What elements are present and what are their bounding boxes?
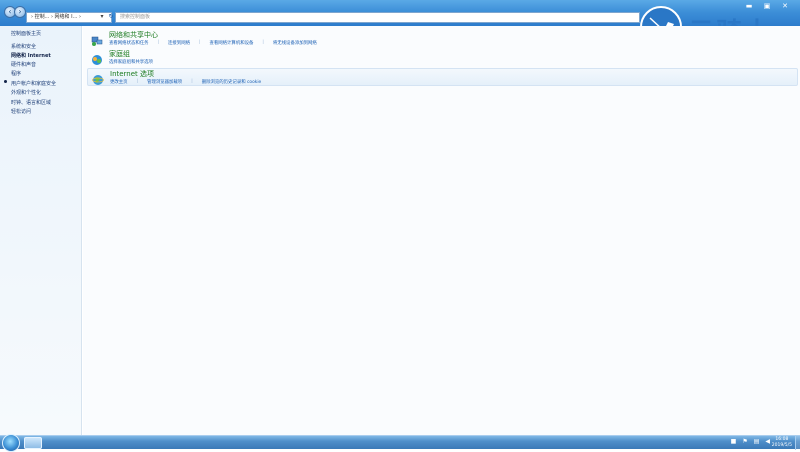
active-bullet-icon [4, 80, 7, 83]
section-links: 查看网络状态和任务 | 连接到网络 | 查看网络计算机和设备 | 将无线设备添加… [109, 40, 317, 46]
link-delete-history[interactable]: 删除浏览的历史记录和 cookie [202, 79, 262, 85]
section-title[interactable]: 网络和共享中心 [109, 30, 158, 40]
flag-icon[interactable]: ⚑ [742, 438, 747, 445]
network-center-icon [91, 32, 103, 46]
search-input[interactable]: 搜索控制面板 [115, 12, 640, 23]
main-content: 网络和共享中心 查看网络状态和任务 | 连接到网络 | 查看网络计算机和设备 |… [83, 26, 800, 435]
link-change-homepage[interactable]: 更改主页 [110, 79, 128, 85]
link-connect-network[interactable]: 连接到网络 [168, 40, 190, 46]
sidebar: 控制面板主页 系统和安全 网络和 Internet 硬件和声音 程序 用户帐户和… [0, 26, 82, 435]
link-separator: | [262, 40, 264, 45]
link-separator: | [191, 79, 193, 84]
sidebar-item-appearance[interactable]: 外观和个性化 [11, 89, 41, 96]
sidebar-item-programs[interactable]: 程序 [11, 70, 21, 77]
link-separator: | [157, 40, 160, 45]
internet-globe-icon [92, 71, 104, 85]
section-internet-options: Internet 选项 更改主页 | 管理浏览器加载项 | 删除浏览的历史记录和… [87, 68, 798, 86]
sidebar-item-system-security[interactable]: 系统和安全 [11, 43, 36, 50]
link-homegroup-sharing[interactable]: 选择家庭组和共享选项 [109, 59, 153, 65]
link-separator: | [198, 40, 201, 45]
section-links: 选择家庭组和共享选项 [109, 59, 153, 65]
section-links: 更改主页 | 管理浏览器加载项 | 删除浏览的历史记录和 cookie [110, 79, 261, 85]
taskbar-explorer-button[interactable] [24, 437, 42, 449]
link-manage-addons[interactable]: 管理浏览器加载项 [147, 79, 182, 85]
section-homegroup: 家庭组 选择家庭组和共享选项 [87, 49, 798, 67]
sidebar-item-ease-of-access[interactable]: 轻松访问 [11, 108, 31, 115]
section-title[interactable]: Internet 选项 [110, 69, 154, 79]
section-network-sharing: 网络和共享中心 查看网络状态和任务 | 连接到网络 | 查看网络计算机和设备 |… [87, 30, 798, 48]
sidebar-item-clock-region[interactable]: 时钟、语言和区域 [11, 99, 51, 106]
network-icon[interactable]: ▤ [754, 438, 760, 445]
section-title[interactable]: 家庭组 [109, 49, 130, 59]
system-tray: ■ ⚑ ▤ ◀ [731, 438, 770, 445]
link-add-wireless-device[interactable]: 将无线设备添加到网络 [273, 40, 317, 46]
start-button-icon[interactable] [2, 434, 20, 452]
volume-icon[interactable]: ◀ [765, 438, 770, 445]
sidebar-item-hardware-sound[interactable]: 硬件和声音 [11, 61, 36, 68]
link-separator: | [136, 79, 139, 84]
input-method-icon[interactable]: ■ [731, 438, 737, 445]
taskbar: ■ ⚑ ▤ ◀ 16:08 2019/5/5 [0, 434, 800, 452]
link-view-network-computers[interactable]: 查看网络计算机和设备 [209, 40, 253, 46]
sidebar-item-user-accounts[interactable]: 用户帐户和家庭安全 [11, 80, 56, 87]
clock[interactable]: 16:08 2019/5/5 [772, 437, 792, 449]
show-desktop-button[interactable] [795, 436, 800, 450]
link-view-network-status[interactable]: 查看网络状态和任务 [109, 40, 149, 46]
sidebar-item-network-internet[interactable]: 网络和 Internet [11, 52, 51, 59]
clock-date: 2019/5/5 [771, 443, 792, 448]
forward-button[interactable]: › [14, 6, 26, 18]
homegroup-icon [91, 51, 103, 65]
sidebar-item-home[interactable]: 控制面板主页 [11, 30, 41, 37]
